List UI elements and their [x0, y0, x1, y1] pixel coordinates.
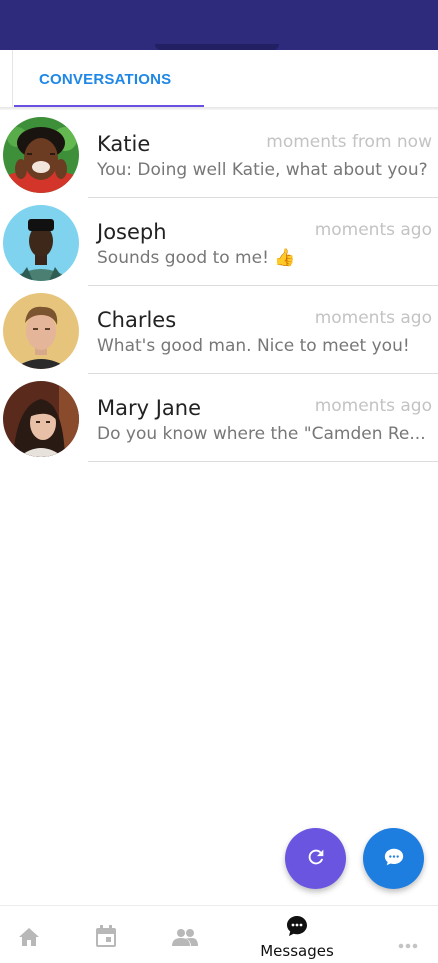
message-timestamp: moments ago: [314, 220, 432, 240]
avatar: [3, 117, 79, 193]
new-message-button[interactable]: [363, 828, 424, 889]
chat-bubble-icon: [383, 846, 405, 872]
avatar: [3, 293, 79, 369]
nav-home[interactable]: [8, 906, 50, 963]
more-dots-icon: [398, 934, 418, 953]
message-preview: What's good man. Nice to meet you!: [97, 336, 410, 356]
header-bar: [0, 0, 438, 50]
tab-bar: CONVERSATIONS: [12, 50, 438, 110]
conversation-row[interactable]: Katie moments from now You: Doing well K…: [0, 110, 438, 198]
message-preview: Do you know where the "Camden Re...: [97, 424, 426, 444]
tab-conversations[interactable]: CONVERSATIONS: [13, 50, 203, 110]
avatar: [3, 205, 79, 281]
conversation-row[interactable]: Joseph moments ago Sounds good to me! 👍: [0, 198, 438, 286]
conversation-row[interactable]: Mary Jane moments ago Do you know where …: [0, 374, 438, 462]
tab-conversations-label: CONVERSATIONS: [39, 71, 172, 88]
conversation-list: Katie moments from now You: Doing well K…: [0, 110, 438, 462]
nav-messages[interactable]: Messages: [250, 906, 344, 963]
contact-name: Katie: [97, 132, 151, 156]
nav-people[interactable]: [162, 906, 208, 963]
nav-messages-label: Messages: [260, 942, 334, 960]
bottom-navigation: Messages: [0, 905, 438, 963]
conversation-row[interactable]: Charles moments ago What's good man. Nic…: [0, 286, 438, 374]
contact-name: Joseph: [97, 220, 167, 244]
nav-more[interactable]: [390, 906, 426, 963]
calendar-icon: [95, 925, 117, 952]
message-timestamp: moments ago: [314, 396, 432, 416]
nav-calendar[interactable]: [84, 906, 126, 963]
refresh-icon: [305, 846, 327, 872]
contact-name: Charles: [97, 308, 177, 332]
avatar: [3, 381, 79, 457]
chat-bubble-icon: [285, 914, 309, 942]
contact-name: Mary Jane: [97, 396, 202, 420]
message-preview: You: Doing well Katie, what about you?: [97, 160, 428, 180]
refresh-button[interactable]: [285, 828, 346, 889]
message-timestamp: moments from now: [266, 132, 432, 152]
app-screen: CONVERSATIONS Katie moments from now You…: [0, 0, 438, 963]
people-icon: [172, 928, 198, 950]
message-timestamp: moments ago: [314, 308, 432, 328]
home-icon: [17, 926, 41, 952]
row-divider: [88, 461, 438, 462]
message-preview: Sounds good to me! 👍: [97, 248, 296, 268]
